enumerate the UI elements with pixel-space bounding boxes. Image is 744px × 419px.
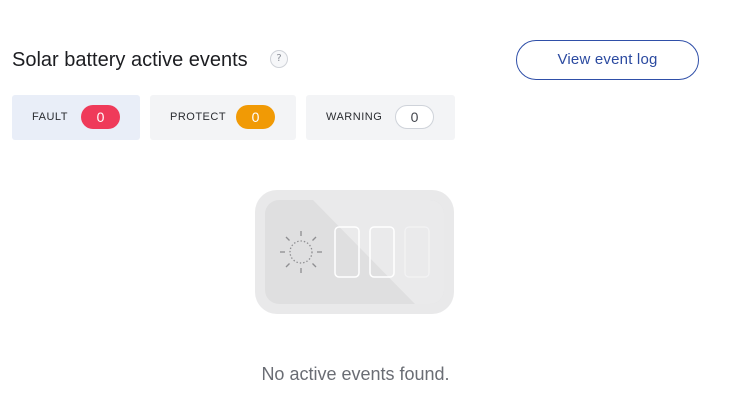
filter-protect[interactable]: PROTECT 0 [150,95,296,140]
fault-count-badge: 0 [81,105,120,129]
filter-warning-label: WARNING [326,111,383,123]
filter-fault[interactable]: FAULT 0 [12,95,140,140]
page-title: Solar battery active events [12,49,248,71]
solar-battery-illustration [255,190,454,314]
filter-warning[interactable]: WARNING 0 [306,95,455,140]
view-event-log-button[interactable]: View event log [516,40,699,80]
empty-state-message: No active events found. [261,364,450,384]
protect-count-badge: 0 [236,105,275,129]
warning-count-badge: 0 [395,105,434,129]
help-icon[interactable]: ? [270,50,288,68]
filter-fault-label: FAULT [32,111,68,123]
filter-protect-label: PROTECT [170,111,227,123]
